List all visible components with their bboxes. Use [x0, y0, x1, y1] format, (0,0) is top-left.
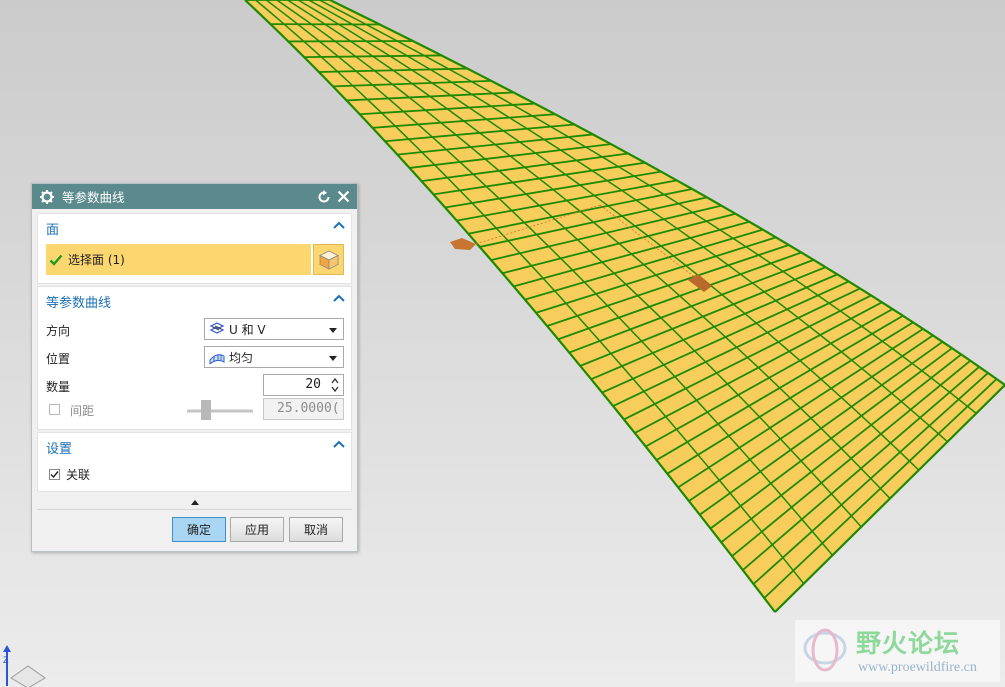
associative-label: 关联	[66, 468, 91, 482]
face-cube-icon	[318, 250, 339, 270]
close-icon[interactable]	[335, 188, 352, 205]
select-face-label: 选择面 (1)	[68, 253, 125, 267]
iso-section-header: 等参数曲线	[46, 296, 112, 311]
count-value: 20	[305, 377, 321, 392]
checkmark-icon	[49, 254, 63, 266]
direction-value: U 和 V	[229, 322, 266, 337]
cancel-button[interactable]: 取消	[289, 517, 343, 542]
isoparametric-curve-dialog: 等参数曲线 面 选择面 (1) 等参数曲线 方向 U 和 V 位置 均匀 数量 …	[31, 183, 358, 552]
chevron-down-icon	[329, 328, 337, 333]
stepper-arrows-icon[interactable]	[330, 376, 340, 394]
spacing-field[interactable]: 25.0000(	[263, 398, 344, 420]
settings-section: 设置 关联	[37, 432, 352, 492]
face-section: 面 选择面 (1)	[37, 213, 352, 284]
collapse-face-icon[interactable]	[333, 220, 345, 230]
reset-icon[interactable]	[315, 188, 332, 205]
button-divider	[37, 509, 352, 510]
svg-text:Z: Z	[3, 655, 9, 665]
spacing-slider[interactable]	[187, 398, 253, 422]
associative-checkbox[interactable]	[49, 469, 60, 480]
collapse-settings-icon[interactable]	[333, 439, 345, 449]
spacing-value: 25.0000(	[277, 401, 340, 416]
position-label: 位置	[46, 352, 71, 366]
dialog-title: 等参数曲线	[62, 190, 125, 205]
count-label: 数量	[46, 380, 71, 394]
dialog-title-bar[interactable]: 等参数曲线	[32, 184, 357, 209]
direction-select[interactable]: U 和 V	[204, 318, 344, 340]
ok-button[interactable]: 确定	[172, 517, 226, 542]
select-face-row[interactable]: 选择面 (1)	[46, 244, 311, 275]
expand-up-icon[interactable]	[190, 499, 200, 506]
watermark-url: www.proewildfire.cn	[858, 660, 977, 675]
select-face-button[interactable]	[313, 244, 344, 275]
count-stepper[interactable]: 20	[263, 374, 344, 396]
watermark-title: 野火论坛	[856, 629, 961, 658]
settings-section-header: 设置	[46, 442, 73, 457]
position-value: 均匀	[229, 350, 254, 365]
uv-direction-icon	[209, 322, 225, 334]
uniform-position-icon	[209, 354, 225, 364]
apply-button[interactable]: 应用	[230, 517, 284, 542]
collapse-iso-icon[interactable]	[333, 293, 345, 303]
spacing-label: 间距	[70, 404, 95, 418]
isoparametric-section: 等参数曲线 方向 U 和 V 位置 均匀 数量 20 间距 25.0000(	[37, 286, 352, 430]
forum-watermark: 野火论坛 www.proewildfire.cn	[795, 620, 1000, 682]
check-icon	[50, 471, 59, 479]
position-select[interactable]: 均匀	[204, 346, 344, 368]
chevron-down-icon	[329, 356, 337, 361]
direction-label: 方向	[46, 324, 71, 338]
gear-icon[interactable]	[39, 189, 55, 205]
face-section-header: 面	[46, 223, 60, 238]
spacing-checkbox[interactable]	[49, 404, 60, 415]
